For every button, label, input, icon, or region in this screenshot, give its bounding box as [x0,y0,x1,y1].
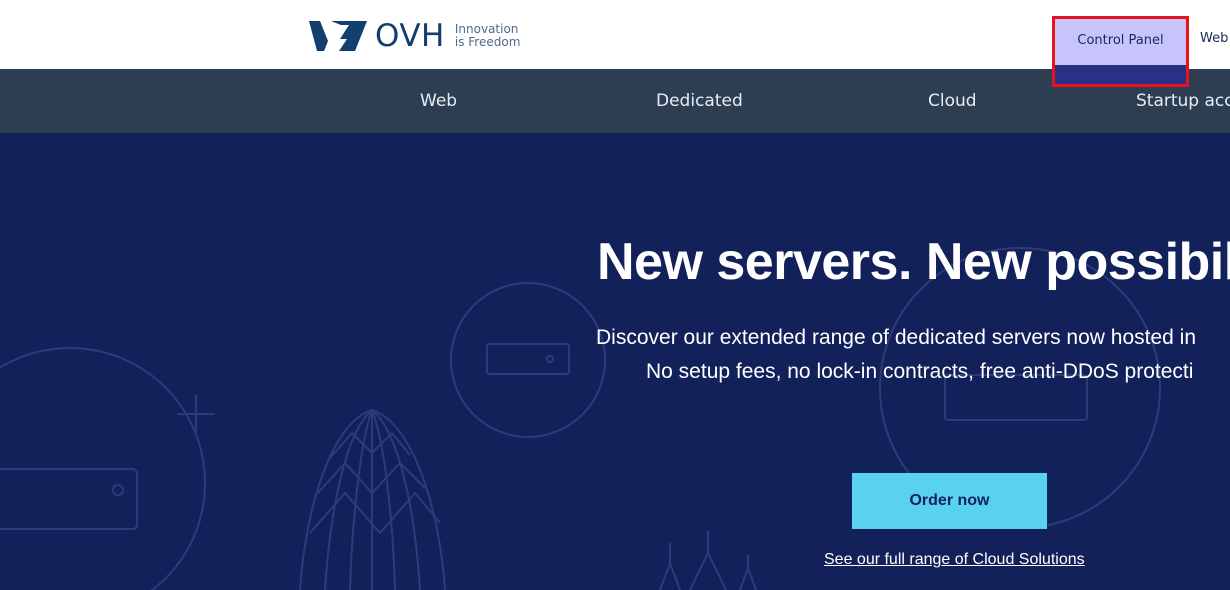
hero-subtitle-line2: No setup fees, no lock-in contracts, fre… [646,360,1194,383]
control-panel-button-shade [1055,65,1186,84]
header-web-link[interactable]: Web [1200,31,1228,46]
cloud-solutions-link[interactable]: See our full range of Cloud Solutions [824,551,1085,569]
ovh-logo[interactable]: OVH Innovation is Freedom [309,19,520,53]
nav-item-startup-accelerator[interactable]: Startup accel [1136,91,1230,111]
logo-wordmark: OVH [375,18,445,54]
nav-item-dedicated[interactable]: Dedicated [656,91,743,111]
tagline-line2: is Freedom [454,35,521,49]
hero-title: New servers. New possibiliti [597,233,1230,291]
hero-banner: New servers. New possibiliti Discover ou… [0,133,1230,590]
logo-tagline: Innovation is Freedom [455,23,521,49]
control-panel-label: Control Panel [1077,33,1164,48]
hero-subtitle-line1: Discover our extended range of dedicated… [596,326,1197,349]
tagline-line1: Innovation [454,22,519,36]
ovh-logo-icon [309,21,367,51]
control-panel-button[interactable]: Control Panel [1052,16,1189,87]
order-now-button[interactable]: Order now [852,473,1047,529]
site-header: OVH Innovation is Freedom Control Panel … [0,0,1230,87]
main-nav: Web Dedicated Cloud Startup accel [0,69,1230,133]
nav-item-web[interactable]: Web [420,91,457,111]
nav-item-cloud[interactable]: Cloud [928,91,977,111]
